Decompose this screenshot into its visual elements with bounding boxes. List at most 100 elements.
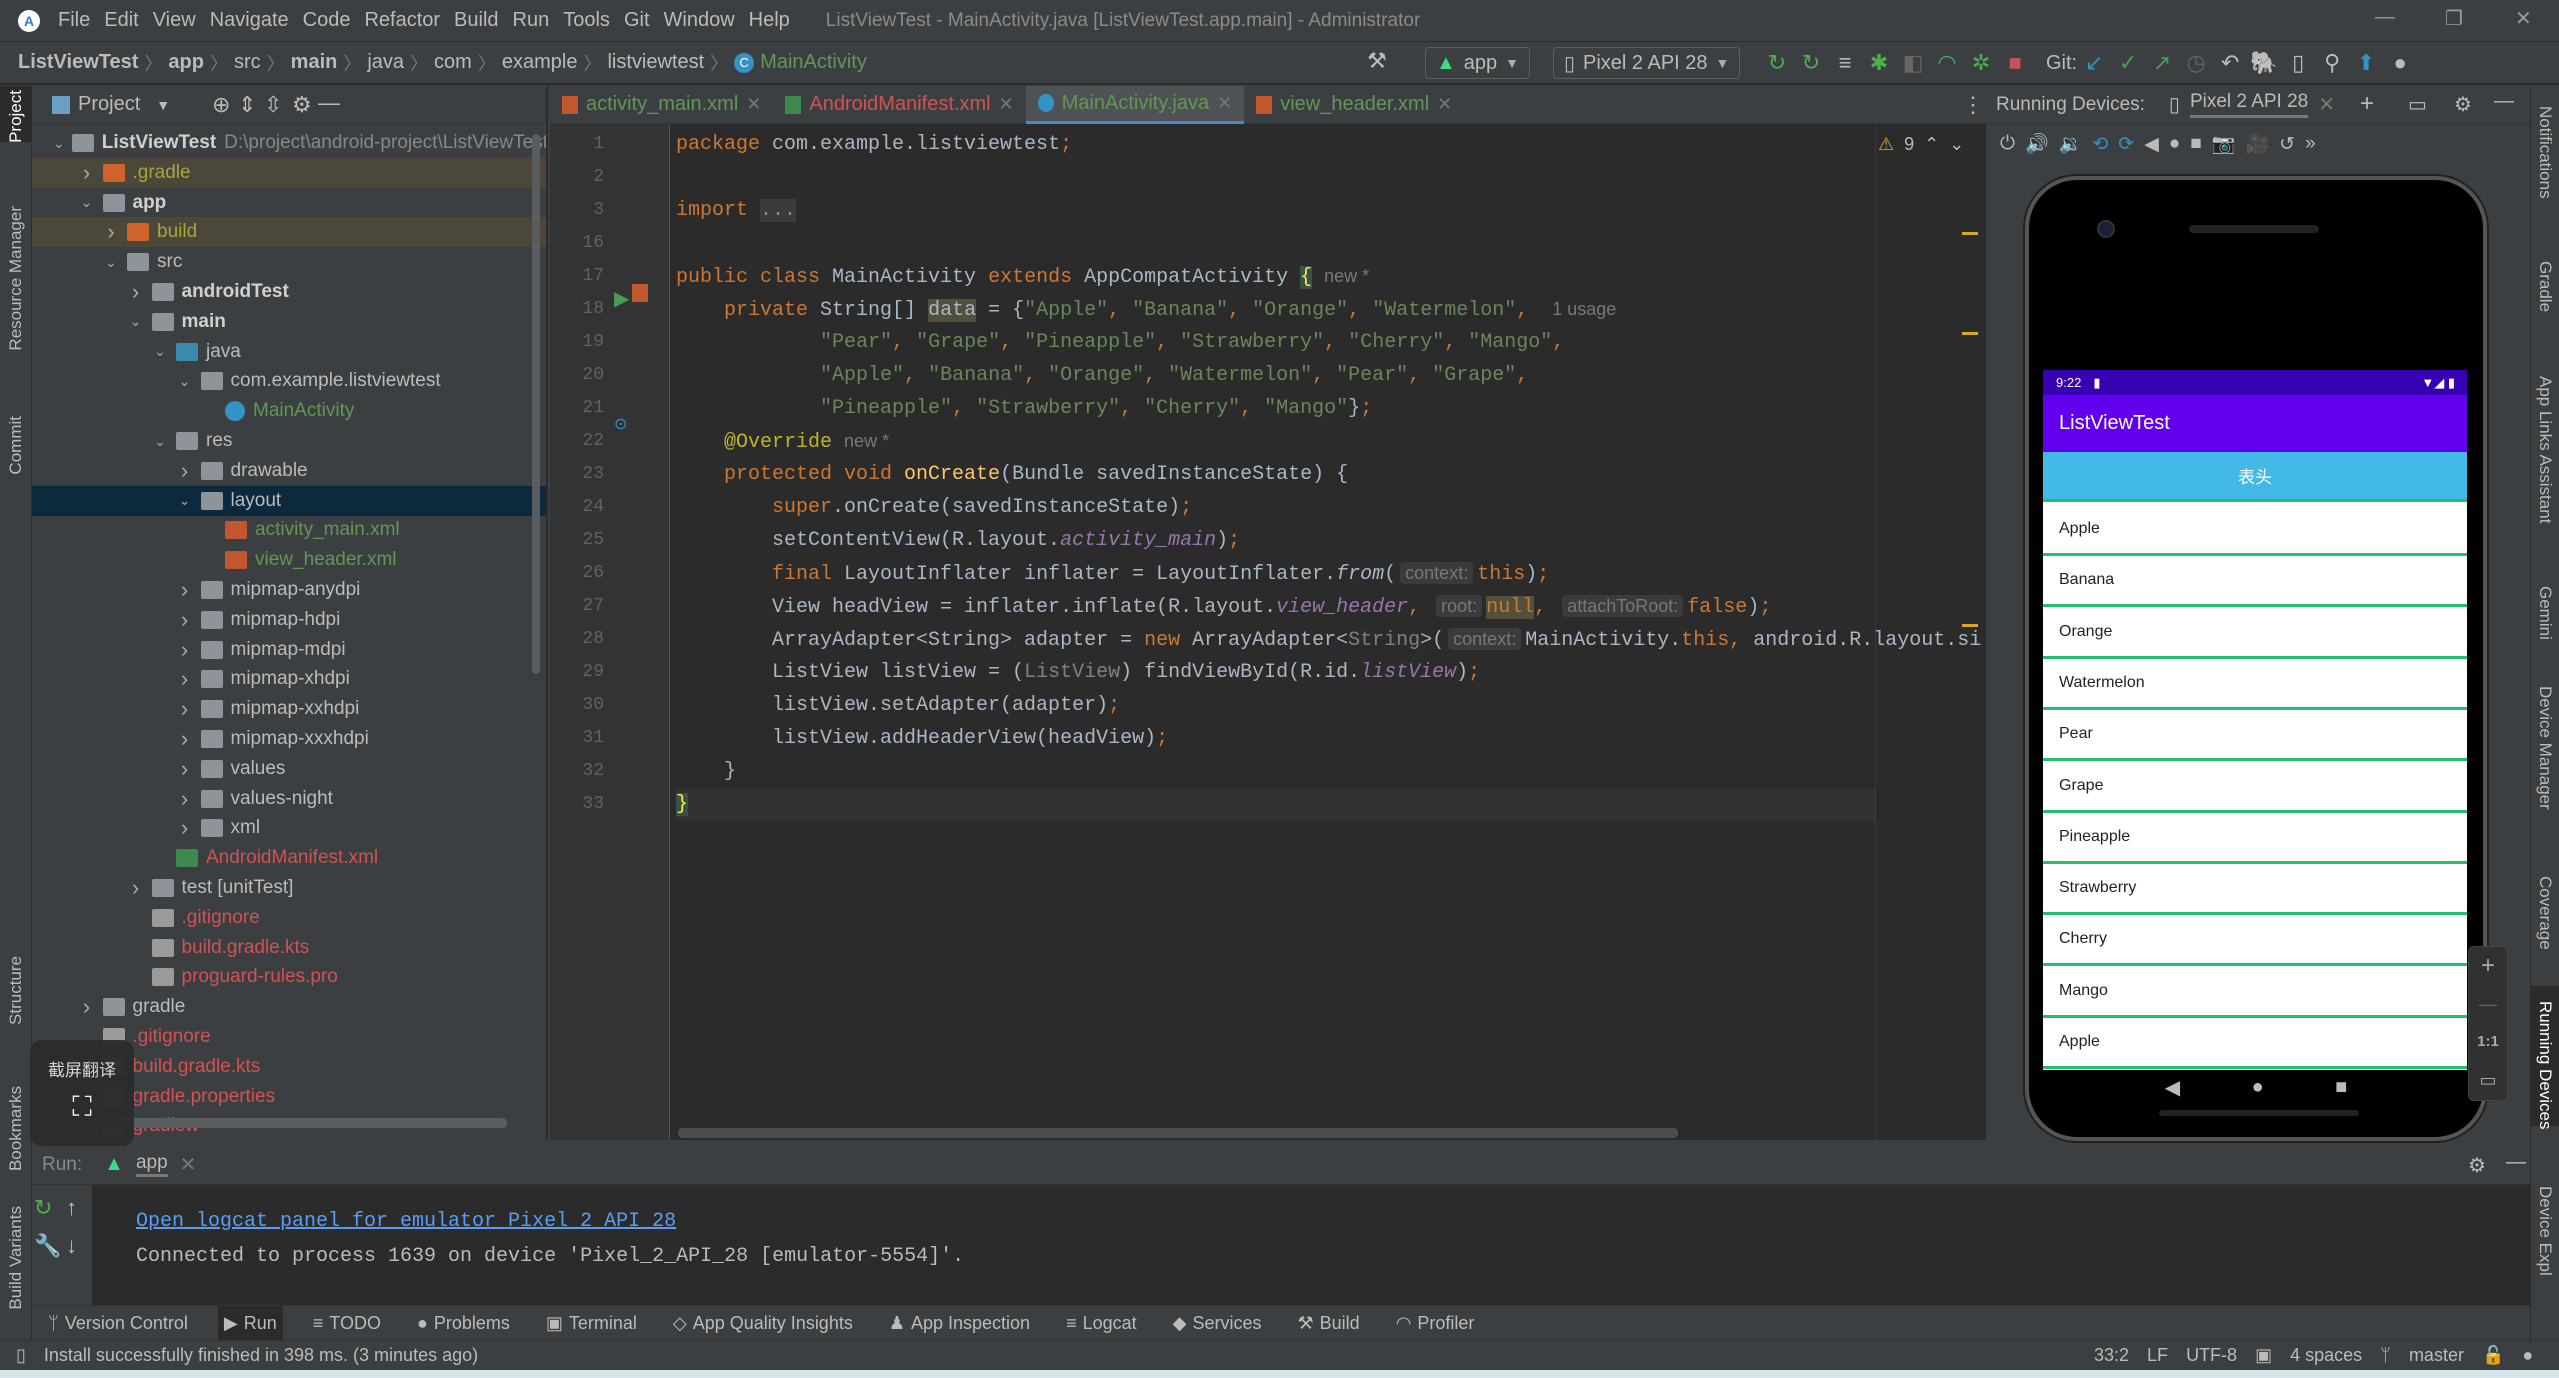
list-item[interactable]: Strawberry bbox=[2043, 864, 2467, 916]
update-icon[interactable]: ⬆ bbox=[2349, 50, 2383, 76]
code-line[interactable]: import ... bbox=[676, 194, 797, 227]
device-manager-tool-button[interactable]: Device Manager bbox=[2535, 686, 2555, 810]
code-line[interactable]: ArrayAdapter<String> adapter = new Array… bbox=[676, 623, 1981, 656]
scroll-down-icon[interactable]: ↓ bbox=[66, 1233, 77, 1259]
profile-icon[interactable]: ◠ bbox=[1930, 50, 1964, 76]
tool-app-quality-insights[interactable]: ◇ App Quality Insights bbox=[667, 1306, 859, 1341]
breadcrumb-item[interactable]: com bbox=[434, 51, 472, 74]
list-item[interactable]: Watermelon bbox=[2043, 659, 2467, 710]
sync-icon[interactable]: ≡ bbox=[1828, 50, 1862, 76]
project-tool-button[interactable]: Project bbox=[6, 90, 26, 143]
event-log-icon[interactable]: ● bbox=[2522, 1345, 2533, 1366]
running-devices-tool-button[interactable]: Running Devices bbox=[2535, 1001, 2555, 1130]
device-dropdown[interactable]: ▯ Pixel 2 API 28 ▼ bbox=[1553, 47, 1741, 79]
code-line[interactable]: final LayoutInflater inflater = LayoutIn… bbox=[676, 557, 1549, 590]
list-item[interactable]: Mango bbox=[2043, 967, 2467, 1018]
code-line[interactable]: super.onCreate(savedInstanceState); bbox=[676, 491, 1192, 524]
attach-debugger-icon[interactable]: ✲ bbox=[1964, 50, 1998, 76]
collapse-all-icon[interactable]: ⇳ bbox=[264, 92, 282, 118]
rollback-icon[interactable]: ↶ bbox=[2213, 50, 2247, 76]
open-logcat-link[interactable]: Open logcat panel for emulator Pixel 2 A… bbox=[136, 1210, 676, 1233]
tree-item[interactable]: › mipmap-xhdpi bbox=[32, 664, 546, 694]
chevron-right-icon[interactable]: › bbox=[101, 219, 121, 245]
scroll-up-icon[interactable]: ↑ bbox=[66, 1195, 77, 1221]
build-hammer-icon[interactable]: ⚒ bbox=[1360, 48, 1394, 74]
rotate-right-icon[interactable]: ⟳ bbox=[2118, 133, 2134, 156]
chevron-down-icon[interactable]: ⌄ bbox=[101, 254, 121, 271]
tree-item[interactable]: MainActivity bbox=[32, 396, 546, 426]
chevron-right-icon[interactable]: › bbox=[175, 696, 195, 722]
menu-code[interactable]: Code bbox=[303, 9, 351, 32]
menu-window[interactable]: Window bbox=[664, 9, 735, 32]
tool-logcat[interactable]: ≡ Logcat bbox=[1060, 1306, 1143, 1341]
close-tab-icon[interactable]: ✕ bbox=[180, 1152, 197, 1177]
chevron-right-icon[interactable]: › bbox=[175, 815, 195, 841]
rotate-left-icon[interactable]: ⟲ bbox=[2092, 133, 2108, 156]
tool-app-inspection[interactable]: ♟ App Inspection bbox=[883, 1306, 1036, 1341]
tree-item[interactable]: build.gradle.kts bbox=[32, 933, 546, 963]
code-line[interactable]: "Pineapple", "Strawberry", "Cherry", "Ma… bbox=[676, 392, 1372, 425]
commit-tool-button[interactable]: Commit bbox=[6, 416, 26, 475]
gemini-tool-button[interactable]: Gemini bbox=[2535, 586, 2555, 640]
tab-activity-main-xml[interactable]: activity_main.xml ✕ bbox=[550, 86, 773, 124]
code-line[interactable]: } bbox=[676, 755, 736, 788]
expand-all-icon[interactable]: ⇕ bbox=[238, 92, 256, 118]
overview-icon[interactable]: ■ bbox=[2190, 133, 2201, 155]
chevron-right-icon[interactable]: › bbox=[175, 637, 195, 663]
tab-androidmanifest-xml[interactable]: AndroidManifest.xml ✕ bbox=[773, 86, 1025, 124]
tree-item[interactable]: › mipmap-xxxhdpi bbox=[32, 724, 546, 754]
editor-horizontal-scrollbar[interactable] bbox=[678, 1128, 1678, 1138]
menu-tools[interactable]: Tools bbox=[563, 9, 610, 32]
chevron-down-icon[interactable]: ▼ bbox=[156, 97, 170, 113]
tool-problems[interactable]: ● Problems bbox=[411, 1306, 516, 1341]
tool-run[interactable]: ▶ Run bbox=[217, 1305, 283, 1341]
hide-icon[interactable]: — bbox=[2494, 90, 2514, 113]
code-line[interactable]: protected void onCreate(Bundle savedInst… bbox=[676, 458, 1348, 491]
run-config-dropdown[interactable]: ▲ app ▼ bbox=[1425, 47, 1531, 79]
code-line[interactable]: package com.example.listviewtest; bbox=[676, 128, 1072, 161]
tab-view-header-xml[interactable]: view_header.xml ✕ bbox=[1244, 86, 1464, 124]
tree-item[interactable]: activity_main.xml bbox=[32, 515, 546, 545]
code-editor[interactable]: 1 2 3 16 17 18 19 20 21 22 23 24 25 26 27 28 29 30 31 32 33 ▶… bbox=[550, 124, 1986, 1140]
rerun-icon[interactable]: ↻ bbox=[34, 1195, 52, 1221]
tree-item[interactable]: › mipmap-mdpi bbox=[32, 635, 546, 665]
inspection-widget[interactable]: ⚠ 9 ⌃ ⌄ bbox=[1878, 134, 1964, 155]
hide-icon[interactable]: — bbox=[2506, 1151, 2526, 1174]
tool-version-control[interactable]: ᛘ Version Control bbox=[42, 1306, 194, 1341]
menu-navigate[interactable]: Navigate bbox=[210, 9, 289, 32]
tool-todo[interactable]: ≡ TODO bbox=[307, 1306, 387, 1341]
tree-item[interactable]: › values bbox=[32, 754, 546, 784]
warning-marker[interactable] bbox=[1962, 624, 1978, 627]
tree-item[interactable]: › drawable bbox=[32, 456, 546, 486]
restore-button[interactable]: ❐ bbox=[2445, 6, 2463, 31]
gear-icon[interactable]: ⚙ bbox=[2454, 92, 2472, 117]
nav-recents-icon[interactable]: ■ bbox=[2335, 1076, 2347, 1099]
tab-mainactivity-java[interactable]: MainActivity.java ✕ bbox=[1025, 85, 1245, 124]
more-icon[interactable]: » bbox=[2305, 133, 2316, 155]
tool-profiler[interactable]: ◠ Profiler bbox=[1390, 1306, 1481, 1341]
caret-position[interactable]: 33:2 bbox=[2094, 1345, 2129, 1366]
tree-item[interactable]: ⌄ src bbox=[32, 247, 546, 277]
app-links-assistant-tool-button[interactable]: App Links Assistant bbox=[2535, 376, 2555, 523]
locate-icon[interactable]: ⊕ bbox=[212, 92, 230, 118]
tree-item[interactable]: ⌄ java bbox=[32, 337, 546, 367]
chevron-down-icon[interactable]: ⌄ bbox=[150, 343, 170, 360]
menu-git[interactable]: Git bbox=[624, 9, 650, 32]
menu-refactor[interactable]: Refactor bbox=[364, 9, 440, 32]
menu-run[interactable]: Run bbox=[513, 9, 550, 32]
screen-record-icon[interactable]: 🎥 bbox=[2245, 132, 2269, 156]
tree-item[interactable]: › build bbox=[32, 217, 546, 248]
git-commit-icon[interactable]: ✓ bbox=[2111, 50, 2145, 76]
tree-item[interactable]: › androidTest bbox=[32, 277, 546, 307]
tool-terminal[interactable]: ▣ Terminal bbox=[540, 1306, 643, 1341]
chevron-right-icon[interactable]: › bbox=[175, 607, 195, 633]
zoom-fit-button[interactable]: ▭ bbox=[2469, 1061, 2507, 1099]
tree-item[interactable]: › values-night bbox=[32, 784, 546, 814]
breadcrumb-item[interactable]: example bbox=[502, 51, 578, 74]
nav-back-icon[interactable]: ◀ bbox=[2165, 1075, 2180, 1100]
coverage-icon[interactable]: ◧ bbox=[1896, 50, 1930, 76]
git-push-icon[interactable]: ↗ bbox=[2145, 50, 2179, 76]
chevron-down-icon[interactable]: ⌄ bbox=[77, 194, 97, 211]
tree-item[interactable]: ⌄ ListViewTest D:\project\android-project\… bbox=[32, 128, 546, 158]
coverage-tool-button[interactable]: Coverage bbox=[2535, 876, 2555, 950]
